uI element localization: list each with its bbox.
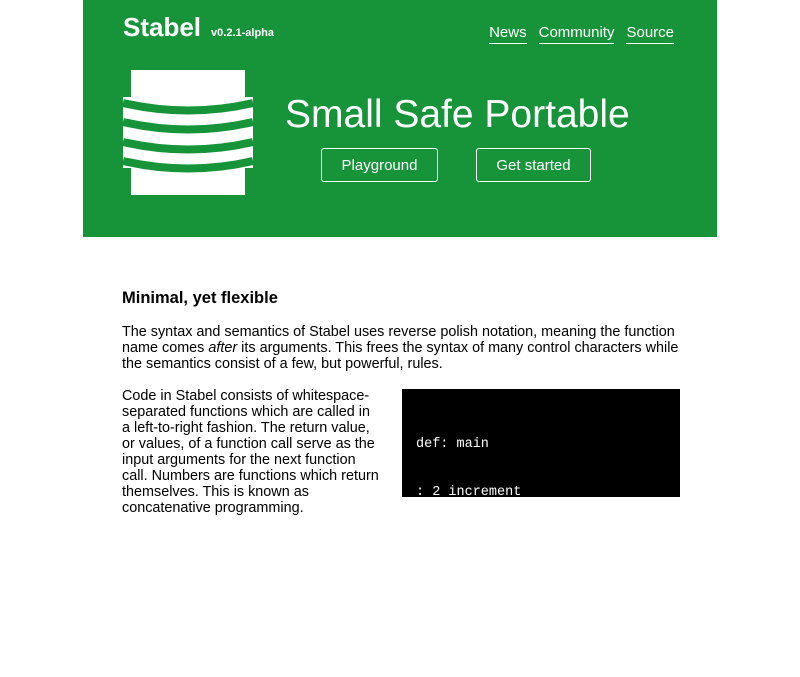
hero-banner: Stabel v0.2.1-alpha News Community Sourc… <box>83 0 717 237</box>
nav-link-news[interactable]: News <box>489 24 527 44</box>
code-line: def: main <box>416 437 489 452</box>
nav-link-source[interactable]: Source <box>626 24 674 44</box>
get-started-button[interactable]: Get started <box>476 148 591 182</box>
code-line: : 2 increment <box>416 485 522 500</box>
brand-name[interactable]: Stabel <box>123 12 201 43</box>
version-label: v0.2.1-alpha <box>211 27 275 39</box>
code-example-row: Code in Stabel consists of whitespace-se… <box>122 388 682 644</box>
top-nav: News Community Source <box>489 24 674 44</box>
intro-paragraph: The syntax and semantics of Stabel uses … <box>122 324 682 372</box>
code-line: : 1 + <box>416 629 457 644</box>
code-line: def: increment <box>416 581 530 596</box>
code-example: def: main : 2 increment def: increment :… <box>402 389 680 644</box>
hero-tagline: Small Safe Portable <box>285 93 630 136</box>
nav-link-community[interactable]: Community <box>538 24 615 44</box>
section-heading: Minimal, yet flexible <box>122 289 278 307</box>
brand: Stabel v0.2.1-alpha <box>123 12 274 43</box>
intro-emphasis: after <box>208 340 238 356</box>
stacked-discs-icon <box>123 70 253 195</box>
main-content: Minimal, yet flexible The syntax and sem… <box>122 288 682 644</box>
body-paragraph: Code in Stabel consists of whitespace-se… <box>122 388 379 516</box>
playground-button[interactable]: Playground <box>321 148 438 182</box>
